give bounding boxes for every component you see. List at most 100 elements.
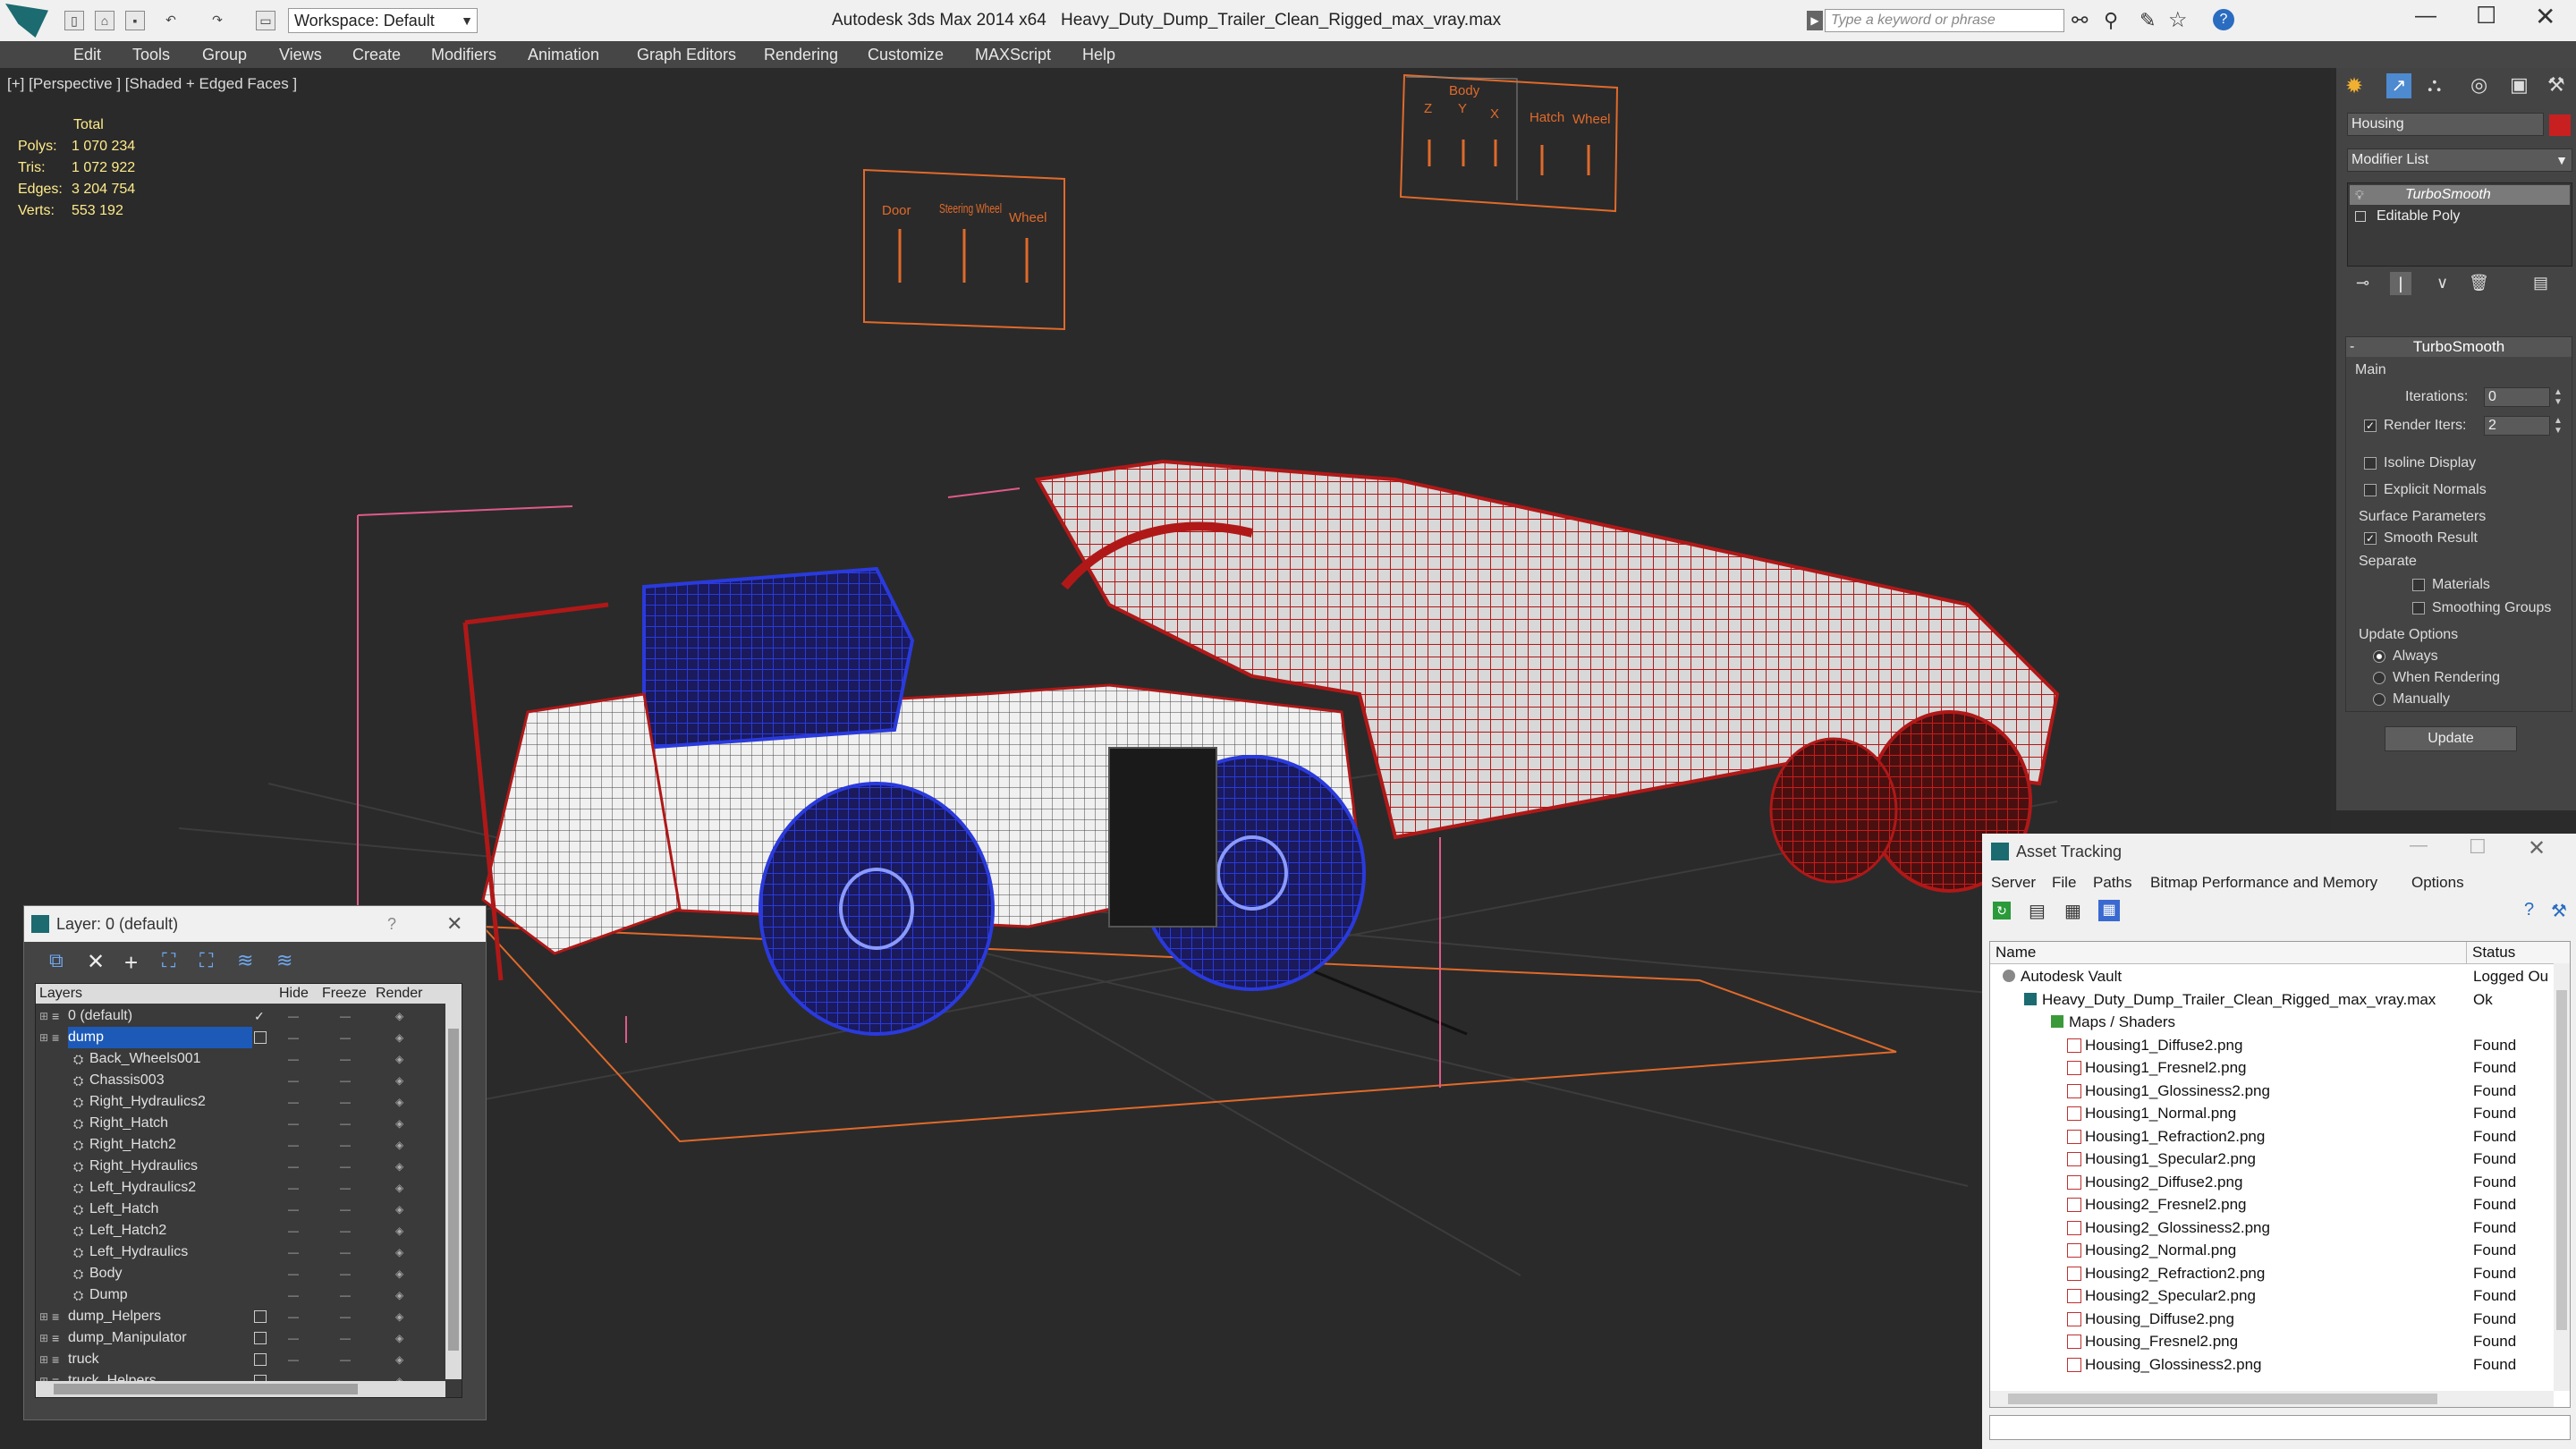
render-toggle[interactable]: ◈ (395, 1005, 403, 1027)
hide-toggle[interactable]: — (288, 1220, 299, 1241)
hide-toggle[interactable]: — (288, 1005, 299, 1027)
display-tab-icon[interactable]: ▣ (2510, 73, 2529, 97)
asset-row[interactable]: Housing2_Fresnel2.png Found (1990, 1193, 2554, 1216)
modifier-list-dropdown[interactable]: Modifier List ▼ (2347, 148, 2572, 172)
expand-icon[interactable]: ⊞ (39, 1306, 48, 1327)
freeze-toggle[interactable]: — (340, 1005, 351, 1027)
lightbulb-icon[interactable]: 💡︎ (2355, 185, 2364, 205)
new-file-icon[interactable]: ▯ (64, 11, 84, 30)
hide-toggle[interactable]: — (288, 1156, 299, 1177)
select-objects-icon[interactable]: ⛶ (162, 949, 175, 972)
menu-tools[interactable]: Tools (132, 41, 170, 68)
menu-customize[interactable]: Customize (868, 41, 944, 68)
expand-icon[interactable]: ⊞ (39, 1005, 48, 1027)
configure-sets-icon[interactable]: ▤ (2533, 274, 2548, 292)
refresh-icon[interactable]: ↻ (1993, 902, 2011, 919)
menu-help[interactable]: Help (1082, 41, 1115, 68)
layer-row[interactable]: ⊞ ≡ dump — — ◈ (36, 1027, 462, 1048)
communication-icon[interactable]: ✎ (2140, 9, 2156, 32)
layer-row[interactable]: ⛭ Right_Hatch — — ◈ (36, 1113, 462, 1134)
column-header-name[interactable]: Name (1996, 942, 2036, 963)
hide-toggle[interactable]: — (288, 1048, 299, 1070)
render-iters-checkbox[interactable]: ✓ (2364, 419, 2377, 432)
remove-modifier-icon[interactable]: 🗑︎ (2469, 274, 2489, 292)
save-file-icon[interactable]: ▪ (125, 11, 145, 30)
hide-toggle[interactable]: — (288, 1027, 299, 1048)
asset-row[interactable]: Housing2_Refraction2.png Found (1990, 1262, 2554, 1284)
layer-row[interactable]: ⛭ Back_Wheels001 — — ◈ (36, 1048, 462, 1070)
freeze-toggle[interactable]: — (340, 1156, 351, 1177)
asset-menu-paths[interactable]: Paths (2093, 869, 2131, 896)
render-toggle[interactable]: ◈ (395, 1263, 403, 1284)
layer-row[interactable]: ⛭ Left_Hydraulics — — ◈ (36, 1241, 462, 1263)
highlight-selected-icon[interactable]: ⛶ (199, 949, 213, 972)
layer-window-titlebar[interactable]: Layer: 0 (default) ? ✕ (24, 906, 486, 942)
object-name-field[interactable]: Housing (2347, 113, 2544, 136)
asset-row[interactable]: Housing2_Specular2.png Found (1990, 1284, 2554, 1307)
asset-menu-options[interactable]: Options (2411, 869, 2464, 896)
make-unique-icon[interactable]: ∨ (2436, 274, 2448, 292)
active-layer-toggle[interactable] (254, 1332, 267, 1344)
motion-tab-icon[interactable]: ◎ (2470, 73, 2487, 97)
maximize-icon[interactable]: ☐ (2476, 2, 2496, 30)
help-icon[interactable]: ? (387, 906, 396, 942)
gizmo-body-hatch-wheel[interactable] (1399, 73, 1619, 213)
column-header-layers[interactable]: Layers (39, 984, 82, 1004)
freeze-toggle[interactable]: — (340, 1241, 351, 1263)
render-toggle[interactable]: ◈ (395, 1306, 403, 1327)
layer-row[interactable]: ⊞ ≡ dump_Helpers — — ◈ (36, 1306, 462, 1327)
freeze-toggle[interactable]: — (340, 1027, 351, 1048)
column-header-freeze[interactable]: Freeze (322, 984, 367, 1004)
explicit-normals-checkbox[interactable] (2364, 484, 2377, 496)
hide-toggle[interactable]: — (288, 1263, 299, 1284)
isoline-display-checkbox[interactable] (2364, 457, 2377, 470)
close-icon[interactable]: ✕ (2535, 2, 2555, 31)
scrollbar-thumb[interactable] (2556, 990, 2567, 1330)
freeze-toggle[interactable]: — (340, 1349, 351, 1370)
asset-row[interactable]: Housing1_Refraction2.png Found (1990, 1125, 2554, 1148)
rollout-header[interactable]: - TurboSmooth (2346, 337, 2572, 357)
column-header-hide[interactable]: Hide (279, 984, 309, 1004)
menu-views[interactable]: Views (279, 41, 322, 68)
menu-maxscript[interactable]: MAXScript (975, 41, 1051, 68)
asset-row[interactable]: Housing_Diffuse2.png Found (1990, 1308, 2554, 1330)
manually-radio[interactable] (2373, 693, 2385, 706)
modify-tab-icon[interactable]: ↗ (2386, 73, 2411, 98)
layer-row[interactable]: ⛭ Dump — — ◈ (36, 1284, 462, 1306)
hide-toggle[interactable]: — (288, 1327, 299, 1349)
horizontal-scrollbar[interactable] (1990, 1391, 2554, 1407)
active-layer-toggle[interactable] (254, 1310, 267, 1323)
freeze-toggle[interactable]: — (340, 1327, 351, 1349)
expand-plus-icon[interactable] (2355, 211, 2366, 222)
layer-row[interactable]: ⛭ Right_Hydraulics — — ◈ (36, 1156, 462, 1177)
freeze-toggle[interactable]: — (340, 1070, 351, 1091)
asset-row[interactable]: Housing1_Normal.png Found (1990, 1102, 2554, 1124)
app-logo-icon[interactable] (5, 4, 48, 38)
hide-toggle[interactable]: — (288, 1134, 299, 1156)
hide-toggle[interactable]: — (288, 1113, 299, 1134)
asset-row[interactable]: Housing_Fresnel2.png Found (1990, 1330, 2554, 1352)
menu-group[interactable]: Group (202, 41, 247, 68)
update-button[interactable]: Update (2385, 726, 2517, 751)
expand-icon[interactable]: ⊞ (39, 1027, 48, 1048)
spinner-arrows-icon[interactable]: ▲ ▼ (2554, 387, 2563, 407)
create-layer-icon[interactable]: ⧉ (49, 949, 64, 972)
freeze-toggle[interactable]: — (340, 1306, 351, 1327)
render-toggle[interactable]: ◈ (395, 1070, 403, 1091)
hierarchy-tab-icon[interactable]: ⛬ (2428, 73, 2441, 97)
menu-rendering[interactable]: Rendering (764, 41, 838, 68)
pin-stack-icon[interactable]: ⊸ (2356, 274, 2369, 292)
freeze-toggle[interactable]: — (340, 1199, 351, 1220)
freeze-toggle[interactable]: — (340, 1220, 351, 1241)
menu-animation[interactable]: Animation (528, 41, 599, 68)
layer-row[interactable]: ⛭ Right_Hatch2 — — ◈ (36, 1134, 462, 1156)
render-toggle[interactable]: ◈ (395, 1048, 403, 1070)
render-toggle[interactable]: ◈ (395, 1241, 403, 1263)
redo-icon[interactable]: ↷ (208, 11, 227, 30)
column-header-render[interactable]: Render (376, 984, 422, 1004)
freeze-toggle[interactable]: — (340, 1134, 351, 1156)
render-toggle[interactable]: ◈ (395, 1177, 403, 1199)
favorites-star-icon[interactable]: ☆ (2168, 7, 2188, 33)
layer-row[interactable]: ⛭ Left_Hatch — — ◈ (36, 1199, 462, 1220)
freeze-toggle[interactable]: — (340, 1177, 351, 1199)
